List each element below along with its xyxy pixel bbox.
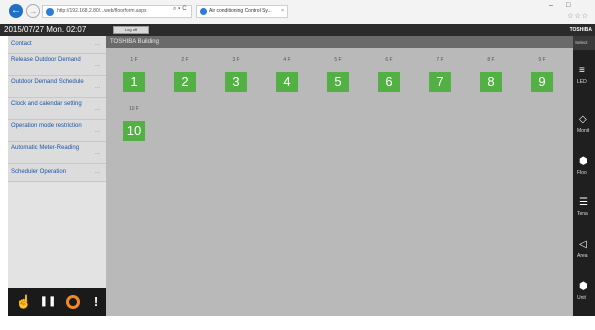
- rail-item-unit[interactable]: ⬢ Unit: [573, 280, 595, 310]
- tab-title: Air conditioning Control Sy...: [209, 8, 272, 14]
- tab-favicon-icon: [200, 8, 207, 15]
- forward-arrow-icon[interactable]: →: [26, 4, 40, 18]
- rail-item-label: Unit: [577, 295, 586, 301]
- rail-item-monitor[interactable]: ◇ Monit: [573, 113, 595, 143]
- floor-button-5[interactable]: 5: [327, 72, 349, 92]
- menu-item-label: Release Outdoor Demand: [11, 57, 81, 63]
- back-arrow-icon[interactable]: ←: [9, 4, 23, 18]
- right-rail: Select ≡ LED ◇ Monit ⬢ Floo ☰ Tena ◁ Are…: [573, 36, 595, 316]
- building-title: TOSHIBA Building: [110, 39, 159, 45]
- floor-button-4[interactable]: 4: [276, 72, 298, 92]
- select-header[interactable]: Select: [573, 36, 595, 50]
- floor-button-8[interactable]: 8: [480, 72, 502, 92]
- floor-button-7[interactable]: 7: [429, 72, 451, 92]
- ie-icon: [46, 8, 54, 16]
- rail-item-tenant[interactable]: ☰ Tena: [573, 196, 595, 226]
- floor-label: 8 F: [487, 57, 495, 63]
- select-label: Select: [575, 40, 588, 45]
- more-icon: ...: [94, 41, 100, 47]
- rail-item-area[interactable]: ◁ Area: [573, 238, 595, 268]
- building-title-bar: TOSHIBA Building: [106, 36, 573, 48]
- more-icon: ...: [94, 169, 100, 175]
- menu-item-scheduler-operation[interactable]: Scheduler Operation ...: [8, 164, 106, 182]
- address-tools[interactable]: ⌕ ▾ C: [173, 6, 187, 13]
- menu-item-label: Contact: [11, 41, 32, 47]
- maximize-icon[interactable]: □: [566, 2, 570, 9]
- floor-label: 4 F: [283, 57, 291, 63]
- menu-item-label: Operation mode restriction: [11, 123, 82, 129]
- rail-item-label: Monit: [577, 128, 590, 134]
- floor-button-10[interactable]: 10: [123, 121, 145, 141]
- floor-label: 3 F: [232, 57, 240, 63]
- brand-logo: TOSHIBA: [569, 27, 592, 33]
- more-icon: ...: [94, 150, 100, 156]
- floor-button-3[interactable]: 3: [225, 72, 247, 92]
- tab-close-icon[interactable]: ×: [281, 6, 284, 17]
- menu-item-clock-calendar[interactable]: Clock and calendar setting ...: [8, 98, 106, 120]
- unit-icon: ⬢: [579, 281, 588, 292]
- more-icon: ...: [94, 128, 100, 134]
- rail-item-led[interactable]: ≡ LED: [573, 64, 595, 94]
- rail-item-label: Area: [577, 253, 588, 259]
- status-bar: ☝ ❚❚ !: [8, 288, 106, 316]
- floor-panel: TOSHIBA Building 1 F 1 2 F 2 3 F 3 4 F 4…: [106, 36, 573, 316]
- more-icon: ...: [94, 84, 100, 90]
- area-icon: ◁: [579, 239, 587, 250]
- floor-icon: ⬢: [579, 156, 588, 167]
- logoff-button[interactable]: Log off: [113, 26, 149, 34]
- floor-label: 7 F: [436, 57, 444, 63]
- menu-item-automatic-meter-reading[interactable]: Automatic Meter-Reading ...: [8, 142, 106, 164]
- led-icon: ≡: [579, 65, 585, 76]
- app-header: 2015/07/27 Mon. 02:07 Log off TOSHIBA: [0, 24, 595, 36]
- more-icon: ...: [94, 106, 100, 112]
- minimize-icon[interactable]: –: [549, 2, 553, 9]
- floor-label: 9 F: [538, 57, 546, 63]
- sidebar-menu: Contact ... Release Outdoor Demand ... O…: [8, 36, 106, 288]
- pause-icon[interactable]: ❚❚: [38, 288, 58, 316]
- alert-icon[interactable]: !: [86, 288, 106, 316]
- menu-item-contact[interactable]: Contact ...: [8, 36, 106, 54]
- more-icon: ...: [94, 62, 100, 68]
- operation-ring-icon[interactable]: [66, 295, 80, 309]
- menu-item-label: Outdoor Demand Schedule: [11, 79, 84, 85]
- floor-label: 1 F: [130, 57, 138, 63]
- menu-item-operation-mode-restriction[interactable]: Operation mode restriction ...: [8, 120, 106, 142]
- menu-item-release-outdoor-demand[interactable]: Release Outdoor Demand ...: [8, 54, 106, 76]
- menu-item-label: Scheduler Operation: [11, 169, 67, 175]
- menu-item-outdoor-demand-schedule[interactable]: Outdoor Demand Schedule ...: [8, 76, 106, 98]
- rail-item-label: Tena: [577, 211, 588, 217]
- tenant-icon: ☰: [579, 197, 588, 208]
- browser-tab[interactable]: Air conditioning Control Sy... ×: [196, 5, 288, 18]
- rail-item-label: LED: [577, 79, 587, 85]
- datetime: 2015/07/27 Mon. 02:07: [4, 25, 87, 34]
- hand-pointer-icon[interactable]: ☝: [14, 288, 34, 316]
- menu-item-label: Automatic Meter-Reading: [11, 145, 80, 151]
- floor-label: 5 F: [334, 57, 342, 63]
- floor-label: 6 F: [385, 57, 393, 63]
- floor-label: 2 F: [181, 57, 189, 63]
- favorites-icon[interactable]: ☆☆☆: [567, 12, 589, 20]
- menu-item-label: Clock and calendar setting: [11, 101, 82, 107]
- monitor-icon: ◇: [579, 114, 587, 125]
- floor-button-1[interactable]: 1: [123, 72, 145, 92]
- address-url: http://192.168.2.80/...web/floorform.asp…: [57, 8, 147, 14]
- floor-button-2[interactable]: 2: [174, 72, 196, 92]
- rail-item-floor[interactable]: ⬢ Floo: [573, 155, 595, 185]
- address-bar[interactable]: http://192.168.2.80/...web/floorform.asp…: [42, 5, 192, 18]
- rail-item-label: Floo: [577, 170, 587, 176]
- browser-chrome: ← → http://192.168.2.80/...web/floorform…: [0, 0, 595, 24]
- floor-label: 10 F: [128, 106, 139, 112]
- floor-button-6[interactable]: 6: [378, 72, 400, 92]
- floor-button-9[interactable]: 9: [531, 72, 553, 92]
